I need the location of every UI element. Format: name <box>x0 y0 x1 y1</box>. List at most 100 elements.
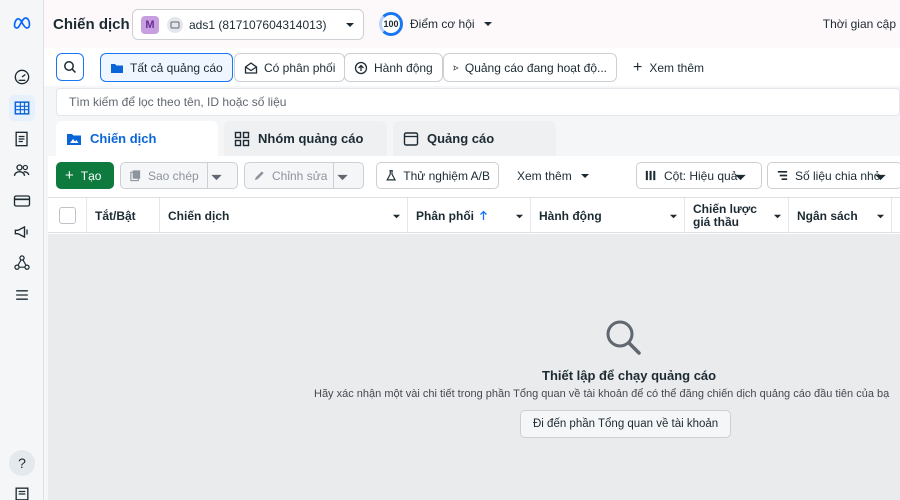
column-header-budget[interactable]: Ngân sách <box>789 198 892 233</box>
tab-label: Quảng cáo <box>427 131 495 146</box>
campaign-folder-icon <box>67 133 81 145</box>
filter-chip-active-ads[interactable]: Quảng cáo đang hoạt độ... <box>443 53 617 82</box>
empty-state: Thiết lập để chạy quảng cáo Hãy xác nhận… <box>48 234 900 500</box>
search-magnifier-icon <box>606 320 641 355</box>
grid-icon <box>234 131 250 146</box>
create-button[interactable]: + Tạo <box>56 162 114 189</box>
pencil-icon <box>254 171 264 181</box>
filter-chip-delivering[interactable]: Có phân phối <box>234 53 346 82</box>
columns-label: Cột: Hiệu quả <box>664 168 738 183</box>
select-all-cell <box>48 198 87 233</box>
select-all-checkbox[interactable] <box>58 207 76 224</box>
column-header-label: Ngân sách <box>797 208 858 223</box>
columns-icon <box>645 170 656 181</box>
chevron-down-icon[interactable] <box>336 171 349 184</box>
sort-ascending-icon <box>480 210 487 220</box>
search-filter-bar <box>56 88 900 116</box>
column-header-bid-strategy[interactable]: Chiến lược giá thầu <box>685 198 789 233</box>
plus-icon: + <box>633 58 643 76</box>
opportunity-score[interactable]: 100 Điểm cơ hội <box>379 12 493 36</box>
duplicate-button[interactable]: Sao chép <box>120 162 238 189</box>
dashboard-gauge-icon[interactable] <box>9 64 35 90</box>
breakdown-icon <box>777 170 788 181</box>
account-selector[interactable]: M ads1 (817107604314013) <box>132 9 364 40</box>
tab-campaigns[interactable]: Chiến dịch <box>56 121 218 156</box>
document-icon[interactable] <box>9 126 35 152</box>
column-header-campaign[interactable]: Chiến dịch <box>160 198 408 233</box>
tab-label: Chiến dịch <box>90 131 157 146</box>
folder-icon <box>111 63 123 73</box>
chevron-down-icon <box>876 214 885 219</box>
score-label: Điểm cơ hội <box>410 17 475 31</box>
edit-button-label: Chỉnh sửa <box>272 168 328 183</box>
campaigns-table-icon[interactable] <box>9 95 35 121</box>
billing-card-icon[interactable] <box>9 188 35 214</box>
account-overview-button[interactable]: Đi đến phần Tổng quan về tài khoản <box>520 410 732 438</box>
copy-icon <box>130 170 141 182</box>
chevron-down-icon <box>392 214 401 219</box>
meta-logo-icon[interactable] <box>9 10 35 36</box>
table-header: Tắt/Bật Chiến dịch Phân phối Hành động C… <box>48 197 900 233</box>
column-header-actions[interactable]: Hành động <box>531 198 685 233</box>
table-toolbar: + Tạo Sao chép Chỉnh sửa Thử nghiệm A/B … <box>48 156 900 196</box>
ad-window-icon <box>403 131 419 146</box>
tab-ads[interactable]: Quảng cáo <box>393 121 556 156</box>
filter-chip-label: Quảng cáo đang hoạt độ... <box>464 60 607 75</box>
flask-icon <box>386 170 397 181</box>
toolbar-more-button[interactable]: Xem thêm <box>517 162 590 189</box>
chevron-down-icon <box>773 214 782 219</box>
breakdown-button[interactable]: Số liệu chia nhỏ <box>767 162 900 189</box>
search-input[interactable] <box>57 89 899 115</box>
filter-more-button[interactable]: + Xem thêm <box>633 53 704 82</box>
chevron-down-icon <box>346 23 354 27</box>
tab-ad-sets[interactable]: Nhóm quảng cáo <box>224 121 387 156</box>
column-header-label: Hành động <box>539 208 602 223</box>
ab-test-label: Thử nghiệm A/B <box>403 168 490 183</box>
filter-chip-label: Hành động <box>374 60 433 75</box>
tab-label: Nhóm quảng cáo <box>258 131 364 146</box>
column-header-delivery[interactable]: Phân phối <box>408 198 531 233</box>
filter-chip-actions[interactable]: Hành động <box>344 53 443 82</box>
audience-people-icon[interactable] <box>9 157 35 183</box>
account-name: ads1 (817107604314013) <box>189 17 327 32</box>
chevron-down-icon <box>669 214 678 219</box>
updated-time-label: Thời gian cập <box>822 17 896 31</box>
score-ring: 100 <box>379 12 403 36</box>
edit-button[interactable]: Chỉnh sửa <box>244 162 364 189</box>
chevron-down-icon <box>580 173 589 178</box>
action-arrow-icon <box>354 61 368 74</box>
send-icon <box>453 64 459 71</box>
account-status-icon <box>167 16 183 33</box>
menu-hamburger-icon[interactable] <box>9 282 35 308</box>
toolbar-more-label: Xem thêm <box>517 168 572 183</box>
chevron-down-icon[interactable] <box>210 171 223 184</box>
connections-icon[interactable] <box>9 250 35 276</box>
search-icon <box>64 61 77 74</box>
column-header-toggle[interactable]: Tắt/Bật <box>87 198 160 233</box>
chevron-down-icon <box>735 174 746 181</box>
duplicate-button-label: Sao chép <box>148 168 199 183</box>
chevron-down-icon <box>515 214 524 219</box>
filter-more-label: Xem thêm <box>649 60 705 75</box>
split-divider <box>333 163 334 188</box>
megaphone-icon[interactable] <box>9 219 35 245</box>
inbox-icon <box>244 61 258 74</box>
left-navigation-rail: ? <box>0 0 44 500</box>
campaigns-panel: + Tạo Sao chép Chỉnh sửa Thử nghiệm A/B … <box>48 156 900 500</box>
search-button[interactable] <box>56 53 84 81</box>
account-avatar: M <box>141 15 159 34</box>
chevron-down-icon <box>483 22 492 26</box>
breakdown-label: Số liệu chia nhỏ <box>795 168 881 183</box>
filter-bar: Tất cả quảng cáo Có phân phối Hành động … <box>44 48 900 86</box>
filter-chip-label: Có phân phối <box>264 60 336 75</box>
filter-chip-all-ads[interactable]: Tất cả quảng cáo <box>100 53 233 82</box>
column-header-label: Tắt/Bật <box>95 208 136 223</box>
page-title: Chiến dịch <box>53 15 130 33</box>
split-divider <box>207 163 208 188</box>
column-header-label: Chiến dịch <box>168 208 230 223</box>
filter-chip-label: Tất cả quảng cáo <box>130 60 223 75</box>
ab-test-button[interactable]: Thử nghiệm A/B <box>376 162 499 189</box>
news-icon[interactable] <box>9 481 35 500</box>
help-icon[interactable]: ? <box>9 450 35 476</box>
columns-button[interactable]: Cột: Hiệu quả <box>636 162 762 189</box>
